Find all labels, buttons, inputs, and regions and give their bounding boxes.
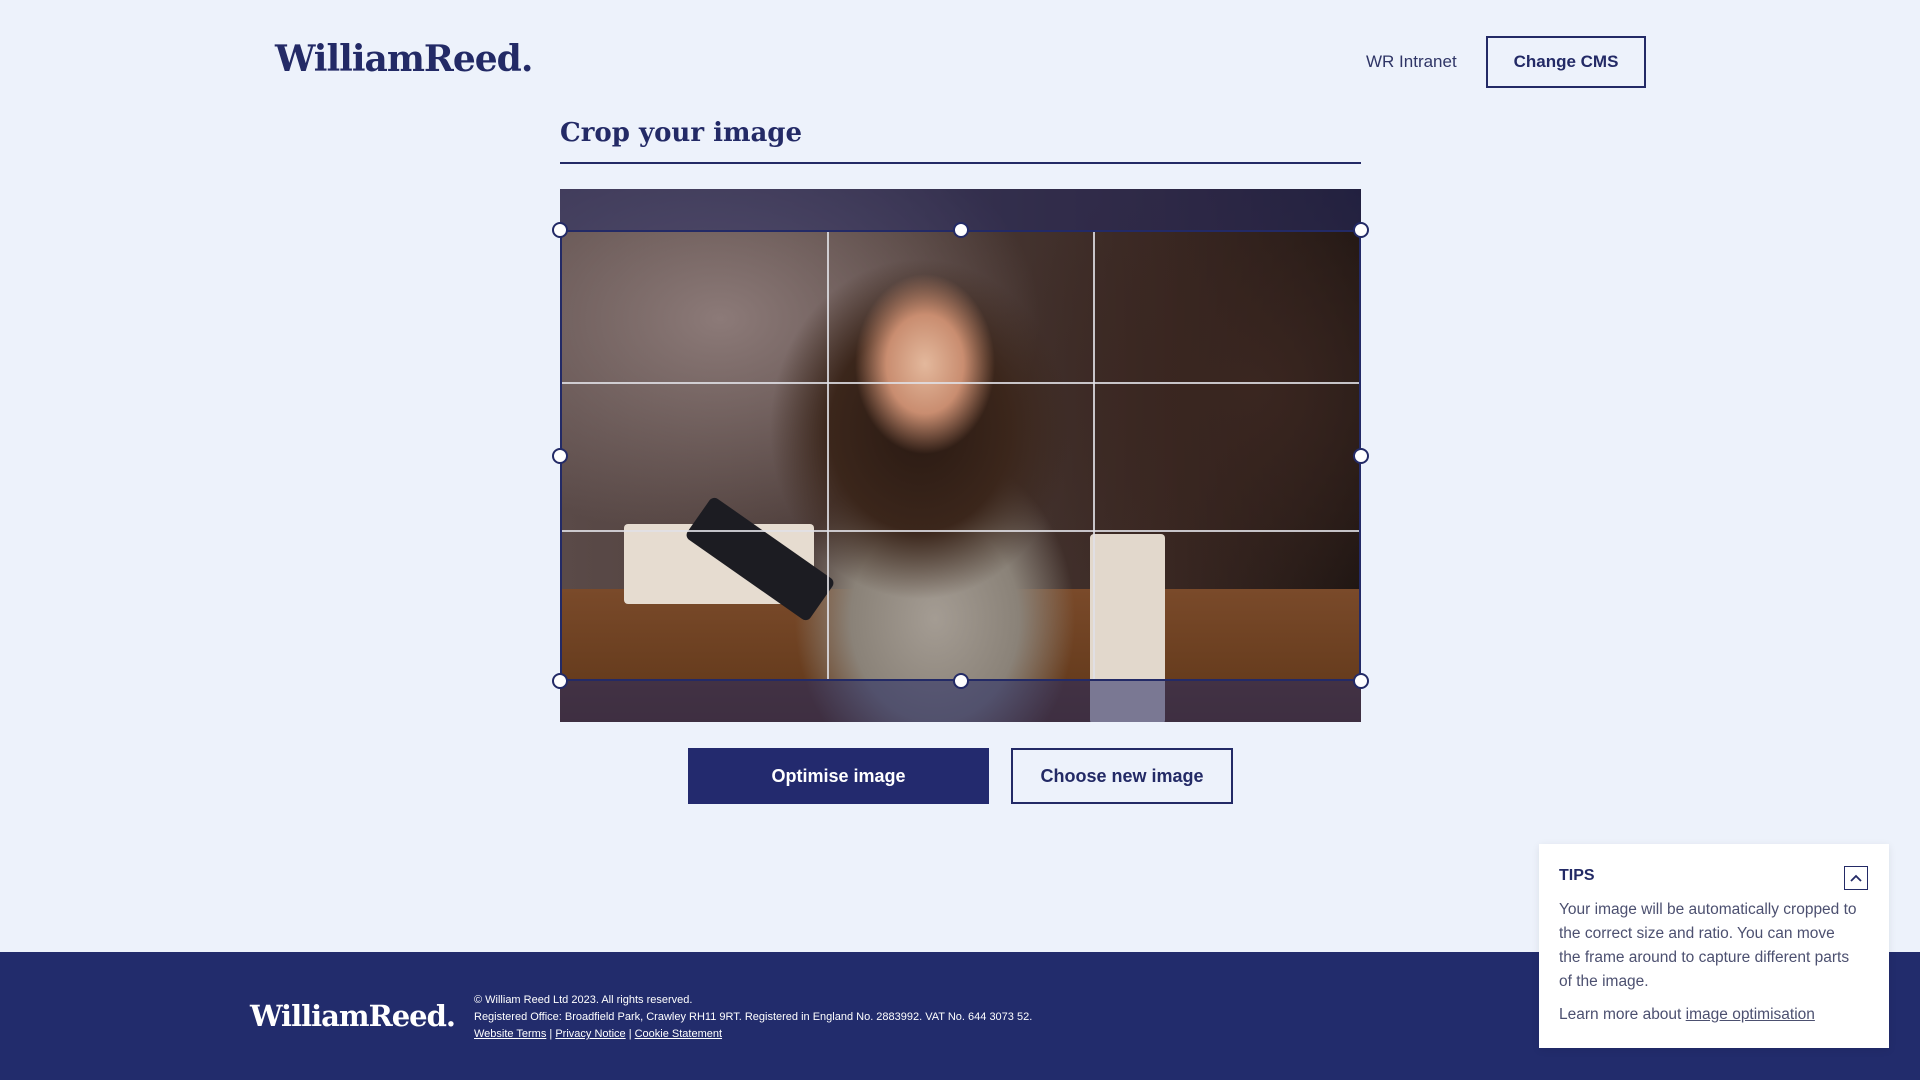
crop-handle-bottom[interactable]: [953, 673, 969, 689]
crop-grid-line: [1093, 232, 1095, 679]
image-optimisation-link[interactable]: image optimisation: [1686, 1006, 1815, 1023]
tips-learn-more: Learn more about image optimisation: [1559, 1006, 1815, 1024]
crop-grid-line: [562, 530, 1359, 532]
tips-title: TIPS: [1559, 867, 1595, 884]
footer-legal: © William Reed Ltd 2023. All rights rese…: [474, 992, 1032, 1043]
footer-registered-office: Registered Office: Broadfield Park, Craw…: [474, 1011, 1033, 1023]
tips-body: Your image will be automatically cropped…: [1559, 901, 1857, 990]
footer-copyright: © William Reed Ltd 2023. All rights rese…: [474, 994, 693, 1006]
crop-handle-top-right[interactable]: [1353, 222, 1369, 238]
chevron-up-icon: [1850, 874, 1862, 882]
tips-collapse-button[interactable]: [1844, 866, 1868, 890]
crop-grid-line: [562, 382, 1359, 384]
privacy-notice-link[interactable]: Privacy Notice: [555, 1028, 625, 1040]
optimise-image-button[interactable]: Optimise image: [688, 748, 989, 804]
crop-handle-left[interactable]: [552, 448, 568, 464]
tips-learn-more-prefix: Learn more about: [1559, 1006, 1686, 1023]
crop-grid-line: [827, 232, 829, 679]
footer-links: Website Terms | Privacy Notice | Cookie …: [474, 1026, 1032, 1043]
footer-logo[interactable]: WilliamReed.: [250, 999, 456, 1033]
tips-panel: TIPS Your image will be automatically cr…: [1539, 844, 1889, 1048]
header-logo[interactable]: WilliamReed.: [275, 38, 533, 80]
crop-frame[interactable]: [560, 230, 1361, 681]
wr-intranet-link[interactable]: WR Intranet: [1366, 52, 1457, 72]
page-title: Crop your image: [560, 118, 803, 148]
crop-handle-right[interactable]: [1353, 448, 1369, 464]
crop-handle-bottom-left[interactable]: [552, 673, 568, 689]
cookie-statement-link[interactable]: Cookie Statement: [635, 1028, 722, 1040]
title-divider: [560, 162, 1361, 164]
crop-handle-bottom-right[interactable]: [1353, 673, 1369, 689]
website-terms-link[interactable]: Website Terms: [474, 1028, 546, 1040]
footer-separator: |: [628, 1028, 632, 1040]
crop-handle-top[interactable]: [953, 222, 969, 238]
choose-new-image-button[interactable]: Choose new image: [1011, 748, 1233, 804]
change-cms-button[interactable]: Change CMS: [1486, 36, 1646, 88]
crop-handle-top-left[interactable]: [552, 222, 568, 238]
footer-separator: |: [549, 1028, 553, 1040]
